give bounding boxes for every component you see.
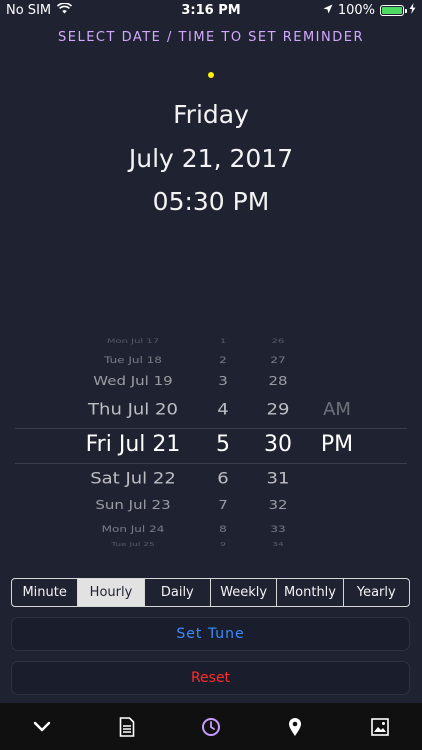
clock-icon <box>201 717 221 737</box>
picker-ampm-option[interactable]: AM <box>310 399 364 420</box>
image-icon <box>371 717 389 736</box>
selected-date: July 21, 2017 <box>128 144 294 173</box>
repeat-segmented-control[interactable]: Minute Hourly Daily Weekly Monthly Yearl… <box>11 578 410 607</box>
picker-hour-option[interactable]: 4 <box>206 400 240 419</box>
tab-location[interactable] <box>253 703 337 750</box>
tab-reminder[interactable] <box>169 703 253 750</box>
segment-hourly[interactable]: Hourly <box>78 579 145 606</box>
picker-ampm-option[interactable]: PM <box>310 432 364 457</box>
picker-date-option[interactable]: Tue Jul 18 <box>60 355 206 365</box>
charging-bolt-icon <box>409 3 416 18</box>
indicator-dot <box>208 72 214 78</box>
picker-minute-option[interactable]: 26 <box>250 338 306 345</box>
picker-date-option[interactable]: Tue Jul 25 <box>60 542 206 548</box>
segment-weekly[interactable]: Weekly <box>211 579 278 606</box>
tab-bar <box>0 703 422 750</box>
selected-day: Friday <box>173 100 249 129</box>
picker-date-option[interactable]: Wed Jul 19 <box>60 374 206 388</box>
picker-hour-option[interactable]: 2 <box>206 355 240 365</box>
status-right: 100% <box>323 3 416 18</box>
date-time-picker[interactable]: Mon Jul 17 Tue Jul 18 Wed Jul 19 Thu Jul 20… <box>0 336 422 551</box>
segment-monthly[interactable]: Monthly <box>277 579 344 606</box>
picker-date-option[interactable]: Mon Jul 17 <box>60 338 206 345</box>
battery-icon <box>380 5 407 16</box>
picker-date-column[interactable]: Mon Jul 17 Tue Jul 18 Wed Jul 19 Thu Jul 20… <box>60 336 206 551</box>
segment-minute[interactable]: Minute <box>12 579 79 606</box>
picker-hour-option[interactable]: 5 <box>206 432 240 457</box>
picker-minute-option[interactable]: 28 <box>250 374 306 388</box>
picker-hour-option[interactable]: 3 <box>206 374 240 388</box>
segment-daily[interactable]: Daily <box>145 579 211 606</box>
picker-hour-column[interactable]: 1 2 3 4 5 6 7 8 9 <box>206 336 240 551</box>
tab-image[interactable] <box>338 703 422 750</box>
selected-time: 05:30 PM <box>152 187 270 216</box>
picker-hour-option[interactable]: 9 <box>206 542 240 548</box>
picker-minute-option[interactable]: 27 <box>250 355 306 365</box>
picker-date-option[interactable]: Mon Jul 24 <box>60 524 206 534</box>
tab-notes[interactable] <box>84 703 168 750</box>
picker-ampm-column[interactable]: AM PM <box>310 336 364 551</box>
picker-hour-option[interactable]: 6 <box>206 469 240 488</box>
status-bar: No SIM 3:16 PM 100% <box>0 0 422 22</box>
picker-date-option[interactable]: Fri Jul 21 <box>60 432 206 457</box>
picker-minute-option[interactable]: 32 <box>250 498 306 512</box>
picker-date-option[interactable]: Thu Jul 20 <box>60 400 206 419</box>
picker-date-option[interactable]: Sat Jul 22 <box>60 469 206 488</box>
picker-minute-option[interactable]: 34 <box>250 542 306 548</box>
picker-hour-option[interactable]: 8 <box>206 524 240 534</box>
location-arrow-icon <box>323 3 333 18</box>
chevron-down-icon <box>33 721 51 733</box>
picker-minute-option[interactable]: 29 <box>250 400 306 419</box>
set-tune-button[interactable]: Set Tune <box>11 617 410 651</box>
reset-button[interactable]: Reset <box>11 661 410 695</box>
page-title: SELECT DATE / TIME TO SET REMINDER <box>58 30 364 45</box>
tab-collapse[interactable] <box>0 703 84 750</box>
battery-fill <box>382 7 402 14</box>
picker-minute-option[interactable]: 30 <box>250 432 306 457</box>
picker-minute-column[interactable]: 26 27 28 29 30 31 32 33 34 <box>250 336 306 551</box>
picker-hour-option[interactable]: 7 <box>206 498 240 512</box>
location-pin-icon <box>288 717 302 737</box>
document-icon <box>119 716 135 737</box>
picker-hour-option[interactable]: 1 <box>206 338 240 345</box>
segment-yearly[interactable]: Yearly <box>344 579 409 606</box>
battery-percent: 100% <box>337 3 375 18</box>
picker-minute-option[interactable]: 31 <box>250 469 306 488</box>
picker-date-option[interactable]: Sun Jul 23 <box>60 498 206 512</box>
picker-minute-option[interactable]: 33 <box>250 524 306 534</box>
